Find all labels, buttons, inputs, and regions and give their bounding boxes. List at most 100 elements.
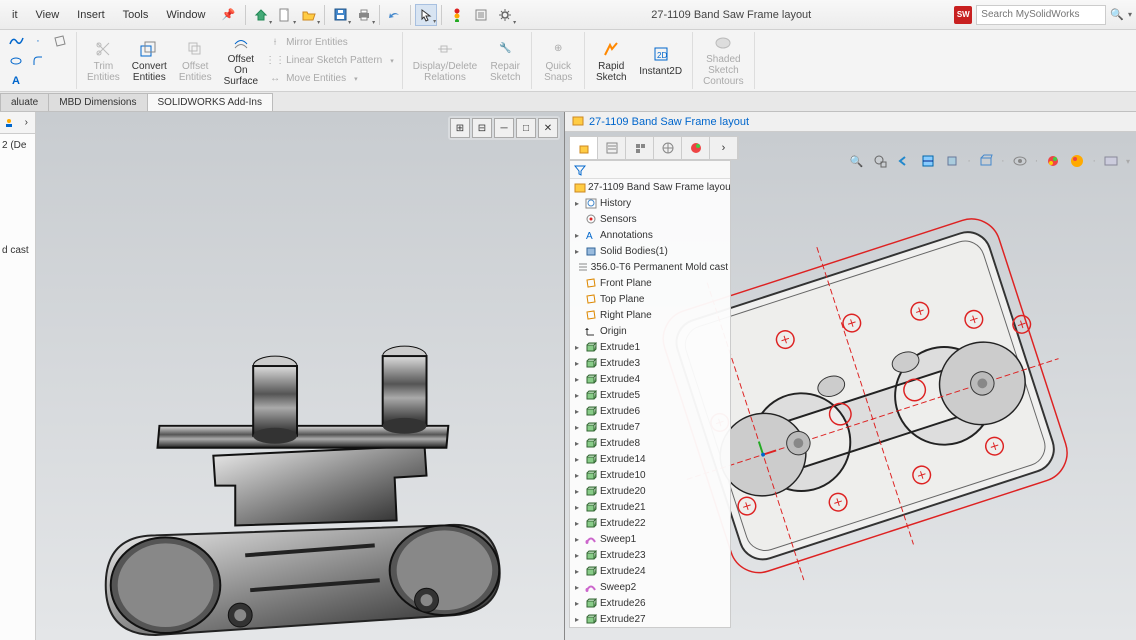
- expander-icon[interactable]: ▸: [572, 391, 582, 400]
- tree-node[interactable]: ▸Extrude8: [570, 435, 730, 451]
- prev-view-icon[interactable]: [895, 152, 913, 170]
- tree-node[interactable]: ▸Extrude4: [570, 371, 730, 387]
- move-entities-button[interactable]: ↔Move Entities▾: [268, 71, 394, 87]
- text-tool[interactable]: A: [6, 72, 26, 90]
- view-settings-icon[interactable]: [1102, 152, 1120, 170]
- tree-node[interactable]: ▸Extrude7: [570, 419, 730, 435]
- expander-icon[interactable]: ▸: [572, 247, 582, 256]
- tab-mbd-dimensions[interactable]: MBD Dimensions: [48, 93, 147, 111]
- menu-window[interactable]: Window: [158, 5, 213, 25]
- fillet-tool[interactable]: [28, 52, 48, 70]
- tree-node[interactable]: ▸Extrude3: [570, 355, 730, 371]
- property-manager-tab[interactable]: [598, 137, 626, 159]
- quick-snaps-button[interactable]: ⊕Quick Snaps: [536, 33, 580, 89]
- expander-icon[interactable]: ▸: [572, 551, 582, 560]
- expander-icon[interactable]: ▸: [572, 615, 582, 624]
- menu-edit[interactable]: it: [4, 5, 26, 25]
- menu-tools[interactable]: Tools: [115, 5, 157, 25]
- tree-node[interactable]: ▸Extrude26: [570, 595, 730, 611]
- save-button[interactable]: [329, 4, 351, 26]
- ellipse-tool[interactable]: [6, 52, 26, 70]
- rebuild-button[interactable]: [446, 4, 468, 26]
- tree-node[interactable]: ▸Extrude14: [570, 451, 730, 467]
- tree-root[interactable]: 27-1109 Band Saw Frame layout (D: [570, 179, 730, 195]
- select-button[interactable]: [415, 4, 437, 26]
- feature-manager-tab[interactable]: [570, 137, 598, 159]
- tree-node[interactable]: ▸Extrude27: [570, 611, 730, 627]
- display-style-icon[interactable]: [977, 152, 995, 170]
- offset-on-surface-button[interactable]: Offset On Surface: [218, 33, 264, 89]
- left-graphics-area[interactable]: ⊞ ⊟ ─ □ ✕: [36, 112, 564, 640]
- display-manager-tab[interactable]: [682, 137, 710, 159]
- spline-tool[interactable]: [6, 32, 26, 50]
- tab-solidworks-addins[interactable]: SOLIDWORKS Add-Ins: [147, 93, 273, 111]
- tree-node[interactable]: Top Plane: [570, 291, 730, 307]
- shaded-contours-button[interactable]: Shaded Sketch Contours: [697, 33, 750, 89]
- section-view-icon[interactable]: [919, 152, 937, 170]
- expand-tree-icon[interactable]: ›: [710, 137, 738, 159]
- expander-icon[interactable]: ▸: [572, 599, 582, 608]
- home-button[interactable]: [250, 4, 272, 26]
- expander-icon[interactable]: ▸: [572, 375, 582, 384]
- expander-icon[interactable]: ▸: [572, 519, 582, 528]
- tree-node[interactable]: Front Plane: [570, 275, 730, 291]
- feature-tree-more[interactable]: ›: [18, 112, 36, 133]
- expander-icon[interactable]: ▸: [572, 487, 582, 496]
- expander-icon[interactable]: ▸: [572, 423, 582, 432]
- expander-icon[interactable]: ▸: [572, 199, 582, 208]
- zoom-fit-icon[interactable]: 🔍: [847, 152, 865, 170]
- expander-icon[interactable]: ▸: [572, 503, 582, 512]
- edit-appearance-icon[interactable]: [1044, 152, 1062, 170]
- pin-icon[interactable]: 📌: [221, 8, 235, 21]
- expander-icon[interactable]: ▸: [572, 231, 582, 240]
- expander-icon[interactable]: ▸: [572, 471, 582, 480]
- expander-icon[interactable]: ▸: [572, 455, 582, 464]
- view-orientation-icon[interactable]: [943, 152, 961, 170]
- expander-icon[interactable]: ▸: [572, 343, 582, 352]
- tree-node[interactable]: ▸Extrude10: [570, 467, 730, 483]
- expander-icon[interactable]: ▸: [572, 439, 582, 448]
- tree-item-partial[interactable]: d cast: [2, 243, 33, 258]
- search-dropdown-icon[interactable]: ▾: [1128, 10, 1132, 19]
- tree-filter[interactable]: [570, 161, 730, 179]
- tree-node[interactable]: ▸Sweep2: [570, 579, 730, 595]
- display-delete-relations-button[interactable]: Display/Delete Relations: [407, 33, 483, 89]
- expander-icon[interactable]: ▸: [572, 407, 582, 416]
- search-input[interactable]: [976, 5, 1106, 25]
- expander-icon[interactable]: ▸: [572, 583, 582, 592]
- tree-root-partial[interactable]: 2 (De: [2, 138, 33, 153]
- print-button[interactable]: [353, 4, 375, 26]
- tree-node[interactable]: ▸Extrude1: [570, 339, 730, 355]
- tree-node[interactable]: ▸Extrude20: [570, 483, 730, 499]
- mirror-entities-button[interactable]: ⟊Mirror Entities: [268, 35, 394, 51]
- apply-scene-icon[interactable]: [1068, 152, 1086, 170]
- tree-node[interactable]: ▸Sweep1: [570, 531, 730, 547]
- tree-node[interactable]: Right Plane: [570, 307, 730, 323]
- point-tool[interactable]: ·: [28, 32, 48, 50]
- expander-icon[interactable]: ▸: [572, 535, 582, 544]
- tree-node[interactable]: ▸Extrude21: [570, 499, 730, 515]
- offset-entities-button[interactable]: Offset Entities: [173, 33, 218, 89]
- tree-node[interactable]: ▸Extrude5: [570, 387, 730, 403]
- tree-node[interactable]: ▸AAnnotations: [570, 227, 730, 243]
- tree-node[interactable]: Origin: [570, 323, 730, 339]
- undo-button[interactable]: [384, 4, 406, 26]
- convert-entities-button[interactable]: Convert Entities: [126, 33, 173, 89]
- tab-evaluate[interactable]: aluate: [0, 93, 49, 111]
- hide-show-icon[interactable]: [1011, 152, 1029, 170]
- right-graphics-area[interactable]: 🔍 · · · · ▾: [565, 132, 1136, 640]
- instant2d-button[interactable]: 2DInstant2D: [633, 33, 688, 89]
- trim-entities-button[interactable]: Trim Entities: [81, 33, 126, 89]
- menu-view[interactable]: View: [28, 5, 68, 25]
- dimxpert-manager-tab[interactable]: [654, 137, 682, 159]
- configuration-manager-tab[interactable]: [626, 137, 654, 159]
- feature-tree-tab[interactable]: [0, 112, 18, 133]
- tree-node[interactable]: ▸Solid Bodies(1): [570, 243, 730, 259]
- expander-icon[interactable]: ▸: [572, 567, 582, 576]
- tree-node[interactable]: ▸Extrude22: [570, 515, 730, 531]
- expander-icon[interactable]: ▸: [572, 359, 582, 368]
- settings-button[interactable]: [494, 4, 516, 26]
- open-button[interactable]: [298, 4, 320, 26]
- new-button[interactable]: [274, 4, 296, 26]
- tree-node[interactable]: ▸Extrude6: [570, 403, 730, 419]
